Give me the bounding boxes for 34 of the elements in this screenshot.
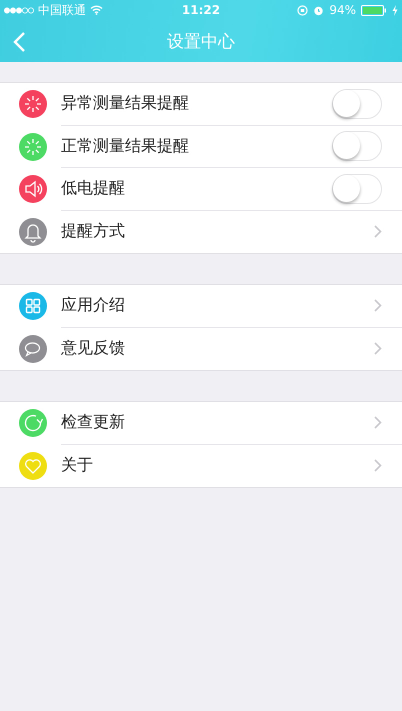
chevron-icon [374,416,382,430]
charging-icon [392,4,398,16]
chevron-icon [374,299,382,312]
page-title: 设置中心 [167,30,235,52]
setting-label: 异常测量结果提醒 [61,93,190,114]
wifi-icon [90,5,103,15]
battery-icon [361,4,387,16]
setting-label: 意见反馈 [61,338,126,360]
settings-row[interactable]: 关于 [0,444,402,487]
setting-label: 检查更新 [61,412,126,434]
battery-percent: 94% [329,3,356,17]
toggle-switch[interactable] [332,88,382,119]
setting-label: 关于 [61,455,94,476]
status-time: 11:22 [181,3,221,17]
carrier-name: 中国联通 [38,2,86,18]
chevron-icon [374,342,382,356]
setting-label: 提醒方式 [61,221,126,242]
settings-row[interactable]: 检查更新 [0,402,402,444]
alarm-icon [313,4,324,16]
chevron-icon [374,459,382,472]
settings-row[interactable]: 异常测量结果提醒 [0,83,402,126]
signal-icon [4,6,34,14]
setting-label: 正常测量结果提醒 [61,136,190,157]
settings-row[interactable]: 正常测量结果提醒 [0,126,402,168]
chevron-icon [374,225,382,238]
setting-label: 低电提醒 [61,178,126,200]
toggle-switch[interactable] [332,131,382,162]
settings-row[interactable]: 意见反馈 [0,328,402,370]
settings-row[interactable]: 低电提醒 [0,168,402,210]
setting-label: 应用介绍 [61,295,126,316]
settings-row[interactable]: 提醒方式 [0,210,402,253]
rotation-lock-icon [297,4,308,16]
settings-row[interactable]: 应用介绍 [0,285,402,328]
toggle-switch[interactable] [332,174,382,204]
